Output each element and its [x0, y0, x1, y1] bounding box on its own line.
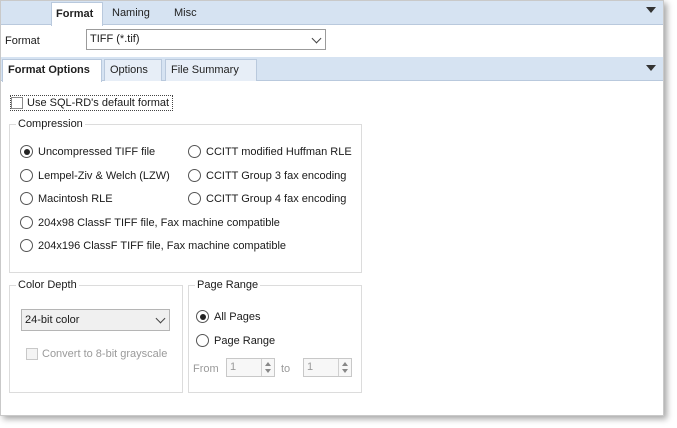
format-select[interactable]: TIFF (*.tif) [86, 29, 326, 50]
radio-lzw[interactable]: Lempel-Ziv & Welch (LZW) [20, 169, 170, 182]
arrow-up-icon[interactable] [342, 362, 348, 366]
chevron-down-icon [311, 33, 322, 44]
radio-button[interactable] [20, 216, 33, 229]
color-depth-select[interactable]: 24-bit color [21, 309, 170, 331]
radio-ccitt-huffman[interactable]: CCITT modified Huffman RLE [188, 145, 352, 158]
from-stepper[interactable]: 1 [226, 358, 275, 377]
top-tab-strip: Format Naming Misc [1, 1, 663, 26]
stepper-buttons[interactable] [261, 359, 274, 376]
radio-uncompressed-tiff[interactable]: Uncompressed TIFF file [20, 145, 155, 158]
convert-grayscale-checkbox[interactable]: Convert to 8-bit grayscale [26, 348, 167, 360]
radio-label: CCITT Group 3 fax encoding [206, 169, 347, 182]
tab-file-summary[interactable]: File Summary [165, 59, 257, 81]
tab-options[interactable]: Options [104, 59, 162, 81]
format-select-value: TIFF (*.tif) [90, 33, 140, 45]
arrow-down-icon[interactable] [265, 369, 271, 373]
from-label: From [193, 363, 219, 375]
radio-label: Uncompressed TIFF file [38, 145, 156, 158]
radio-label: CCITT modified Huffman RLE [206, 145, 352, 158]
radio-button[interactable] [20, 145, 33, 158]
chevron-down-icon[interactable] [646, 7, 656, 13]
stepper-buttons[interactable] [338, 359, 351, 376]
radio-label: CCITT Group 4 fax encoding [206, 192, 347, 205]
radio-page-range[interactable]: Page Range [196, 334, 275, 347]
to-stepper[interactable]: 1 [303, 358, 352, 377]
radio-ccitt-group3[interactable]: CCITT Group 3 fax encoding [188, 169, 346, 182]
radio-label: Macintosh RLE [38, 192, 113, 205]
radio-button[interactable] [20, 239, 33, 252]
use-default-format-label: Use SQL-RD's default format [27, 97, 170, 109]
color-depth-title: Color Depth [16, 279, 79, 291]
arrow-up-icon[interactable] [265, 362, 271, 366]
format-label: Format [5, 35, 40, 47]
radio-button[interactable] [20, 169, 33, 182]
radio-button[interactable] [196, 334, 209, 347]
radio-button[interactable] [196, 310, 209, 323]
compression-title: Compression [16, 118, 85, 130]
chevron-down-icon [155, 313, 166, 324]
radio-button[interactable] [188, 145, 201, 158]
checkbox-box[interactable] [26, 348, 38, 360]
radio-all-pages[interactable]: All Pages [196, 310, 260, 323]
chevron-down-icon[interactable] [646, 65, 656, 71]
color-depth-group: Color Depth 24-bit color Convert to 8-bi… [9, 279, 183, 393]
radio-204x98-classf[interactable]: 204x98 ClassF TIFF file, Fax machine com… [20, 216, 280, 229]
compression-group: Compression Uncompressed TIFF file CCITT… [9, 118, 362, 273]
format-options-window: Format Naming Misc Format TIFF (*.tif) F… [0, 0, 664, 416]
tab-naming[interactable]: Naming [108, 2, 154, 25]
sub-tab-strip: Format Options Options File Summary [1, 57, 663, 82]
page-range-title: Page Range [195, 279, 261, 291]
to-value: 1 [307, 361, 314, 373]
radio-button[interactable] [20, 192, 33, 205]
radio-label: Lempel-Ziv & Welch (LZW) [38, 169, 170, 182]
from-value: 1 [230, 361, 237, 373]
tab-format[interactable]: Format [51, 2, 103, 26]
to-label: to [281, 363, 291, 375]
radio-macintosh-rle[interactable]: Macintosh RLE [20, 192, 113, 205]
radio-label: All Pages [214, 310, 261, 323]
radio-label: 204x98 ClassF TIFF file, Fax machine com… [38, 216, 280, 229]
radio-button[interactable] [188, 169, 201, 182]
tab-format-options[interactable]: Format Options [2, 59, 102, 82]
convert-grayscale-label: Convert to 8-bit grayscale [42, 348, 168, 360]
radio-ccitt-group4[interactable]: CCITT Group 4 fax encoding [188, 192, 346, 205]
radio-button[interactable] [188, 192, 201, 205]
arrow-down-icon[interactable] [342, 369, 348, 373]
page-range-group: Page Range All Pages Page Range From 1 t… [188, 279, 362, 393]
checkbox-box[interactable] [11, 97, 23, 109]
color-depth-value: 24-bit color [25, 314, 80, 326]
radio-label: 204x196 ClassF TIFF file, Fax machine co… [38, 239, 287, 252]
tab-misc[interactable]: Misc [170, 2, 201, 25]
radio-label: Page Range [214, 334, 276, 347]
use-default-format-checkbox[interactable]: Use SQL-RD's default format [10, 95, 174, 111]
radio-204x196-classf[interactable]: 204x196 ClassF TIFF file, Fax machine co… [20, 239, 286, 252]
